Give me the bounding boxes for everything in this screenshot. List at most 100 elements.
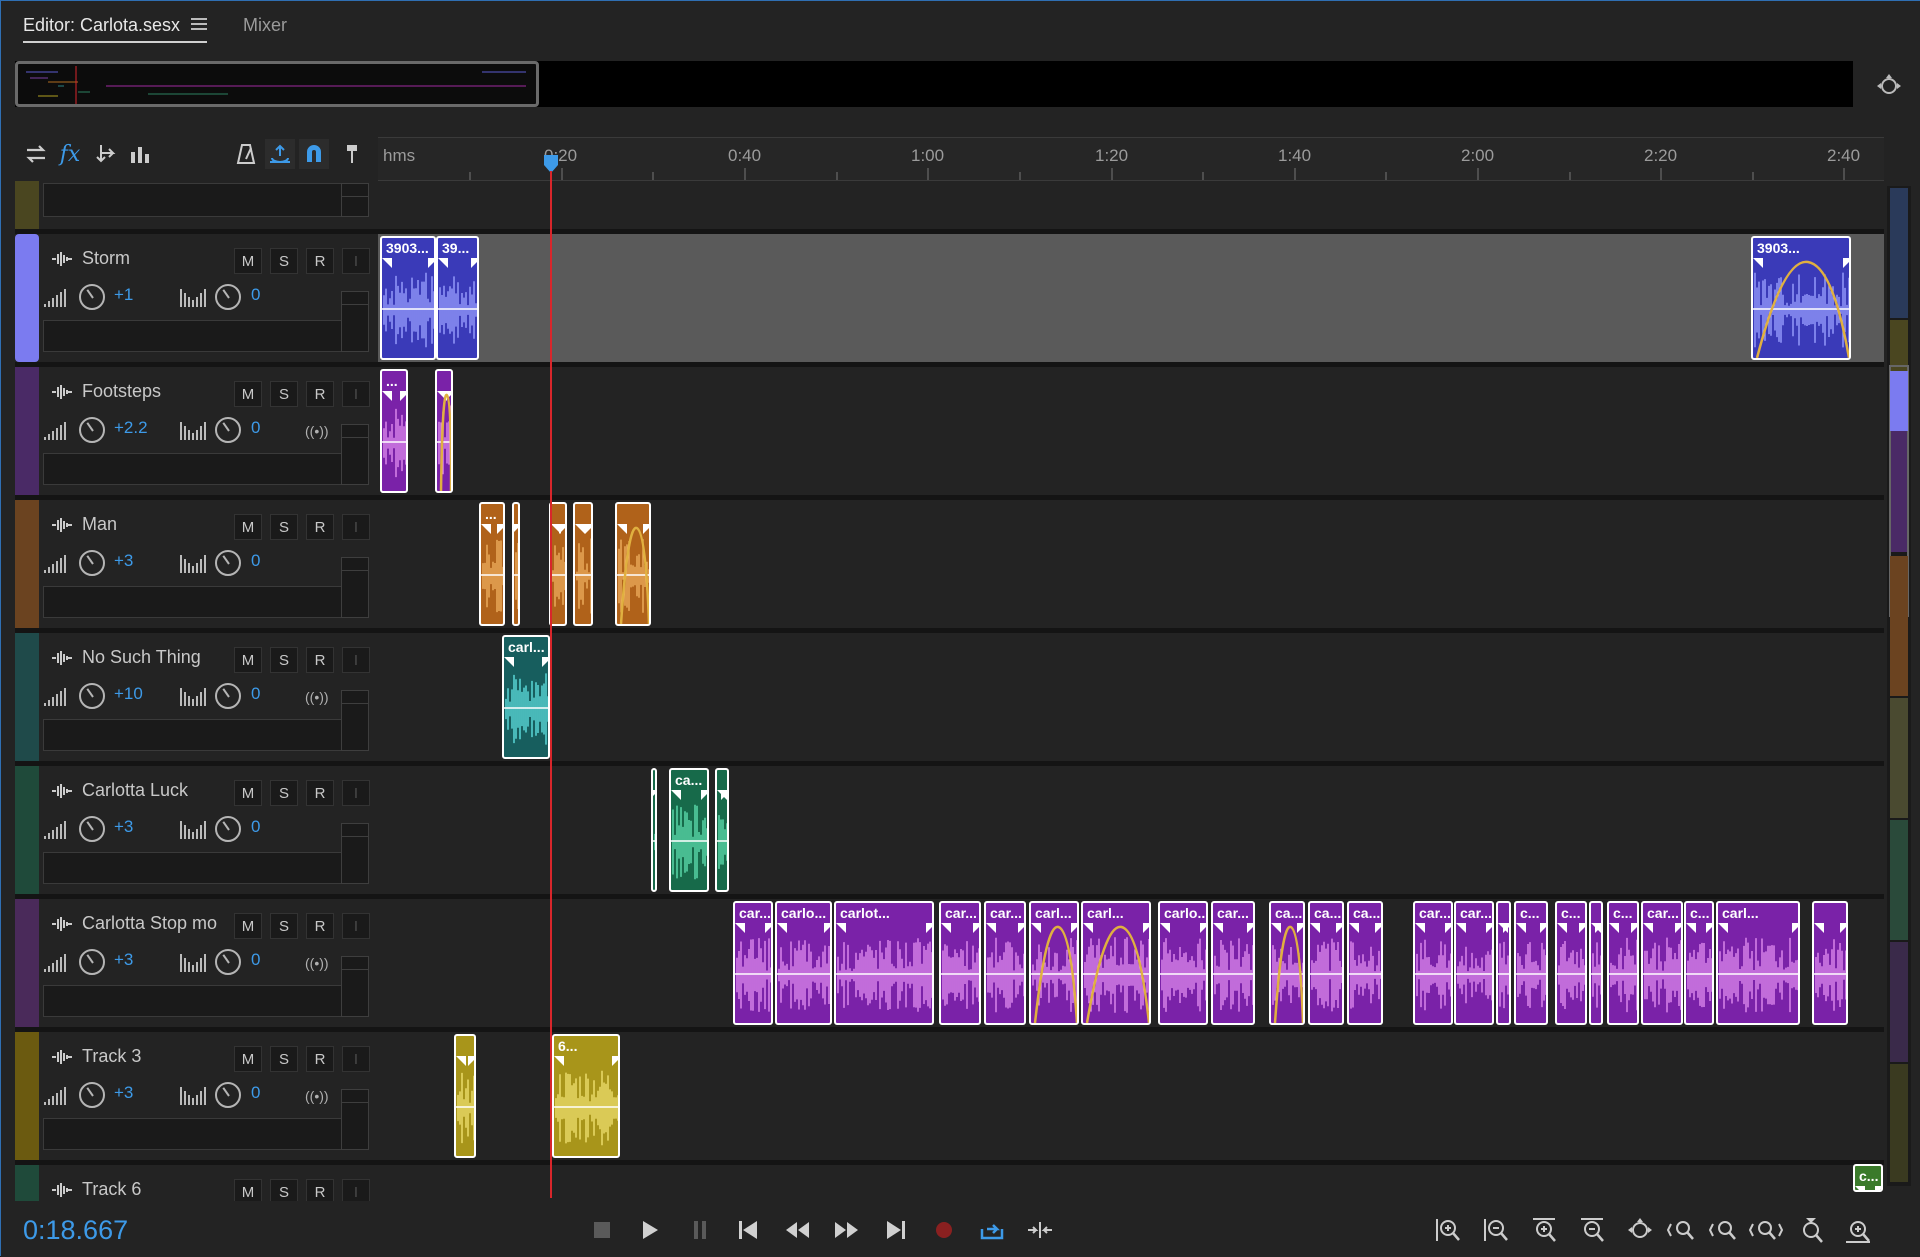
- clip-volume-line[interactable]: [1160, 973, 1206, 975]
- audio-clip[interactable]: ca...: [1347, 901, 1383, 1025]
- record-button[interactable]: R: [306, 780, 334, 806]
- zoom-in-time-icon[interactable]: [1527, 1213, 1561, 1247]
- mute-button[interactable]: M: [234, 780, 262, 806]
- track-header[interactable]: Man M S R I +3 0: [15, 500, 372, 628]
- zoom-full-session-icon[interactable]: [1841, 1213, 1875, 1247]
- eq-icon[interactable]: [125, 139, 155, 169]
- audio-clip[interactable]: car...: [1211, 901, 1255, 1025]
- record-button[interactable]: R: [306, 647, 334, 673]
- zoom-out-point-icon[interactable]: [1707, 1213, 1741, 1247]
- audio-clip[interactable]: [1496, 901, 1511, 1025]
- volume-knob[interactable]: [79, 683, 105, 709]
- track-lane[interactable]: [378, 633, 1884, 761]
- track-header[interactable]: Carlotta Stop mo M S R I +3 0 ((•)): [15, 899, 372, 1027]
- fx-icon[interactable]: fx: [55, 139, 85, 169]
- track-color-swatch[interactable]: [15, 1032, 39, 1160]
- skip-silence-icon[interactable]: [1023, 1213, 1057, 1247]
- pan-knob[interactable]: [215, 417, 241, 443]
- record-button[interactable]: R: [306, 1046, 334, 1072]
- audio-clip[interactable]: ca...: [1308, 901, 1344, 1025]
- record-button[interactable]: R: [306, 514, 334, 540]
- audio-clip[interactable]: c...: [1607, 901, 1639, 1025]
- clip-volume-line[interactable]: [1456, 973, 1492, 975]
- pan-knob[interactable]: [215, 284, 241, 310]
- track-color-swatch[interactable]: [15, 367, 39, 495]
- audio-clip[interactable]: [454, 1034, 476, 1158]
- solo-button[interactable]: S: [270, 381, 298, 407]
- volume-value[interactable]: +3: [114, 1083, 133, 1103]
- clip-volume-line[interactable]: [1643, 973, 1681, 975]
- track-color-swatch[interactable]: [15, 234, 39, 362]
- track-color-swatch[interactable]: [15, 500, 39, 628]
- snapping-icon[interactable]: [299, 139, 329, 169]
- mute-button[interactable]: M: [234, 381, 262, 407]
- pan-knob[interactable]: [215, 683, 241, 709]
- panel-menu-icon[interactable]: [191, 17, 207, 31]
- clip-volume-line[interactable]: [1557, 973, 1585, 975]
- track-input-field[interactable]: [43, 1118, 342, 1150]
- zoom-in-point-icon[interactable]: [1665, 1213, 1699, 1247]
- solo-button[interactable]: S: [270, 780, 298, 806]
- audio-clip[interactable]: carlot...: [834, 901, 934, 1025]
- audio-clip[interactable]: 3903...: [1751, 236, 1851, 360]
- pan-value[interactable]: 0: [251, 684, 260, 704]
- clip-volume-line[interactable]: [717, 840, 727, 842]
- go-to-end-icon[interactable]: [879, 1213, 913, 1247]
- auto-scroll-icon[interactable]: [265, 139, 295, 169]
- clip-fade-curve[interactable]: [1031, 903, 1079, 1025]
- input-button[interactable]: I: [342, 1046, 370, 1072]
- clip-fade-curve[interactable]: [1083, 903, 1151, 1025]
- clip-volume-line[interactable]: [551, 574, 565, 576]
- track-header[interactable]: Footsteps M S R I +2.2 0 ((•)): [15, 367, 372, 495]
- audio-clip[interactable]: [715, 768, 729, 892]
- solo-button[interactable]: S: [270, 647, 298, 673]
- mute-button[interactable]: M: [234, 514, 262, 540]
- track-name[interactable]: Carlotta Luck: [82, 780, 188, 801]
- clip-volume-line[interactable]: [1213, 973, 1253, 975]
- clip-volume-line[interactable]: [1718, 973, 1798, 975]
- clip-volume-line[interactable]: [438, 308, 477, 310]
- input-button[interactable]: I: [342, 514, 370, 540]
- audio-clip[interactable]: 6...: [552, 1034, 620, 1158]
- clip-fade-handles[interactable]: [1855, 1166, 1883, 1192]
- fast-forward-icon[interactable]: [829, 1213, 863, 1247]
- audio-clip[interactable]: [573, 502, 593, 626]
- audio-clip[interactable]: carl...: [1081, 901, 1151, 1025]
- clip-fade-curve[interactable]: [437, 371, 453, 493]
- clip-fade-curve[interactable]: [1271, 903, 1305, 1025]
- clip-volume-line[interactable]: [1498, 973, 1509, 975]
- record-button[interactable]: R: [306, 248, 334, 274]
- timecode-display[interactable]: 0:18.667: [23, 1215, 128, 1246]
- volume-value[interactable]: +3: [114, 551, 133, 571]
- input-button[interactable]: I: [342, 780, 370, 806]
- zoom-out-full-icon[interactable]: [1623, 1213, 1657, 1247]
- audio-clip[interactable]: car...: [733, 901, 773, 1025]
- audio-clip[interactable]: [651, 768, 657, 892]
- audio-clip[interactable]: 39...: [436, 236, 479, 360]
- clip-volume-line[interactable]: [941, 973, 979, 975]
- input-button[interactable]: I: [342, 381, 370, 407]
- solo-button[interactable]: S: [270, 913, 298, 939]
- input-button[interactable]: I: [342, 647, 370, 673]
- rewind-icon[interactable]: [781, 1213, 815, 1247]
- volume-knob[interactable]: [79, 284, 105, 310]
- track-name[interactable]: Man: [82, 514, 117, 535]
- pan-value[interactable]: 0: [251, 817, 260, 837]
- clip-volume-line[interactable]: [575, 574, 591, 576]
- mute-button[interactable]: M: [234, 1046, 262, 1072]
- zoom-in-amplitude-icon[interactable]: [1431, 1213, 1465, 1247]
- track-name[interactable]: No Such Thing: [82, 647, 201, 668]
- audio-clip[interactable]: c...: [1684, 901, 1714, 1025]
- clip-volume-line[interactable]: [1686, 973, 1712, 975]
- track-color-swatch[interactable]: [15, 766, 39, 894]
- clip-volume-line[interactable]: [671, 840, 707, 842]
- input-button[interactable]: I: [342, 248, 370, 274]
- clip-volume-line[interactable]: [382, 308, 434, 310]
- track-header[interactable]: Storm M S R I +1 0: [15, 234, 372, 362]
- volume-value[interactable]: +2.2: [114, 418, 148, 438]
- track-input-field[interactable]: [43, 985, 342, 1017]
- clip-volume-line[interactable]: [481, 574, 503, 576]
- solo-button[interactable]: S: [270, 1046, 298, 1072]
- clip-volume-line[interactable]: [1310, 973, 1342, 975]
- clip-volume-line[interactable]: [986, 973, 1024, 975]
